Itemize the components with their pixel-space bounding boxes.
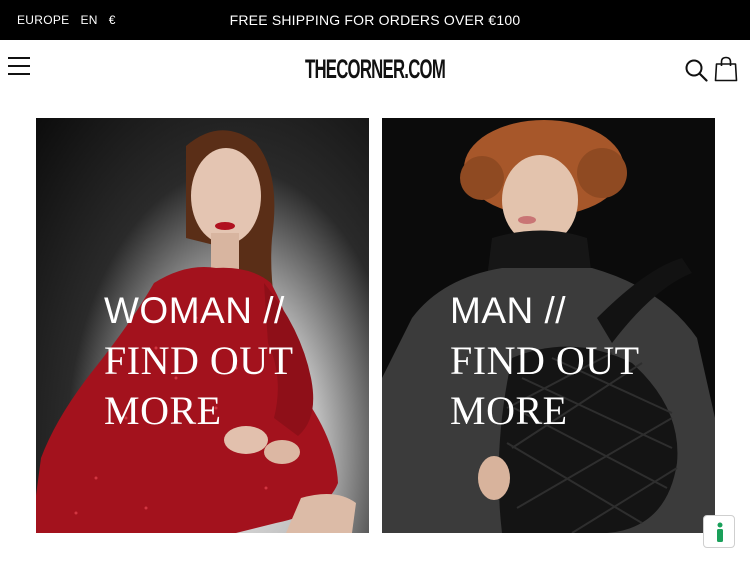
- woman-title: WOMAN //: [104, 290, 285, 331]
- shipping-promo: FREE SHIPPING FOR ORDERS OVER €100: [229, 12, 521, 28]
- find-out-text: FIND OUT: [104, 338, 294, 383]
- site-logo[interactable]: THECORNER.COM: [143, 54, 608, 85]
- woman-category-tile[interactable]: WOMAN // FIND OUT MORE: [36, 118, 369, 533]
- man-tile-label[interactable]: MAN // FIND OUT MORE: [450, 286, 640, 436]
- shopping-bag-icon[interactable]: [714, 56, 738, 82]
- man-title: MAN //: [450, 290, 567, 331]
- top-bar: EUROPE EN € FREE SHIPPING FOR ORDERS OVE…: [0, 0, 750, 40]
- help-button[interactable]: [703, 515, 735, 548]
- man-category-tile[interactable]: MAN // FIND OUT MORE: [382, 118, 715, 533]
- site-header: THECORNER.COM: [0, 40, 750, 100]
- more-text: MORE: [450, 388, 568, 433]
- search-icon[interactable]: [684, 58, 708, 82]
- find-out-text: FIND OUT: [450, 338, 640, 383]
- more-text: MORE: [104, 388, 222, 433]
- menu-icon[interactable]: [8, 57, 32, 79]
- woman-tile-label[interactable]: WOMAN // FIND OUT MORE: [104, 286, 294, 436]
- help-icon: [717, 522, 723, 542]
